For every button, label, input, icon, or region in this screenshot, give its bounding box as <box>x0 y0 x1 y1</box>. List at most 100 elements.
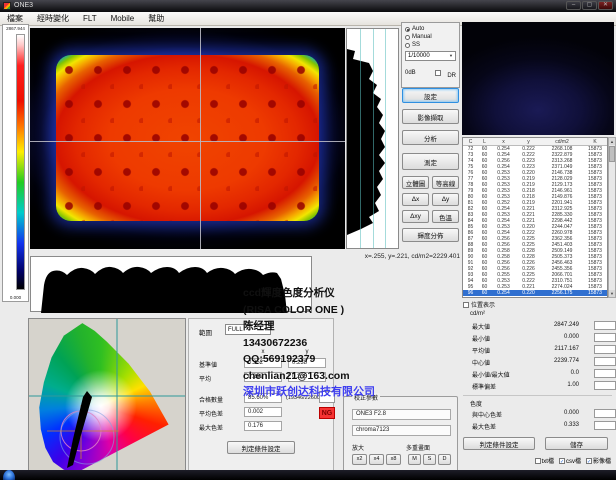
scroll-down-icon[interactable]: ▼ <box>609 290 615 297</box>
maximize-button[interactable]: ▢ <box>582 1 597 10</box>
zoom-x2-button[interactable]: x2 <box>352 454 367 465</box>
measure-button[interactable]: 測定 <box>402 153 459 170</box>
capture-button[interactable]: 影像擷取 <box>402 109 459 124</box>
app-window: ONE3 – ▢ ✕ 檔案經時變化FLTMobile幫助 2867.944 0.… <box>0 0 616 480</box>
zoom-x4-button[interactable]: x4 <box>369 454 384 465</box>
zoom-x8-button[interactable]: x8 <box>386 454 401 465</box>
delta-y-button[interactable]: Δy <box>432 193 459 206</box>
radio-manual-circle[interactable] <box>405 35 410 40</box>
average-label: 平均 <box>199 374 211 383</box>
set-button[interactable]: 設定 <box>402 88 459 103</box>
save-check-影像檔[interactable]: 影像檔 <box>586 456 611 465</box>
vertical-profile-shape <box>347 29 400 250</box>
contour-button[interactable]: 等高線 <box>432 176 459 189</box>
radio-auto[interactable]: Auto <box>405 25 456 33</box>
checkbox[interactable] <box>535 458 541 464</box>
stat-judge-box[interactable] <box>594 381 616 390</box>
scroll-thumb[interactable] <box>609 146 615 162</box>
section-chroma-label: 色度 <box>470 399 482 408</box>
menu-item-3[interactable]: Mobile <box>104 12 142 25</box>
reference-label: 基準値 <box>199 360 217 369</box>
contact-line: chenlian21@163.com <box>243 368 463 385</box>
checkbox[interactable] <box>586 458 592 464</box>
stat-judge-box[interactable] <box>594 345 616 354</box>
cursor-readout: x=.255, y=.221, cd/m2=2229.401 <box>338 253 460 260</box>
luminance-dist-button[interactable]: 輝度分佈 <box>402 228 459 242</box>
camera-settings-group: Auto Manual SS 1/10000 ▼ 0dB DR <box>401 22 460 88</box>
avg-diff-label: 平均色差 <box>199 409 223 418</box>
range-label: 範圍 <box>199 327 212 337</box>
measurement-table: CLxycd/m2K 72600.2540.2222268.1081587373… <box>462 137 608 298</box>
stat-row-lum: 最大値2847.249 <box>472 322 612 332</box>
multi-m-button[interactable]: M <box>408 454 421 465</box>
luminance-image[interactable] <box>30 28 345 249</box>
table-header-cell: cd/m2 <box>541 138 583 145</box>
multi-s-button[interactable]: S <box>423 454 436 465</box>
stat-row-chroma: 與中心色差0.000 <box>472 410 612 420</box>
judge-settings-button[interactable]: 判定條件設定 <box>227 441 295 454</box>
save-button[interactable]: 儲存 <box>545 437 608 450</box>
close-button[interactable]: ✕ <box>598 1 613 10</box>
contact-lines: ccd輝度色度分析仪(RISA COLOR ONE )陈经理1343067223… <box>243 285 463 384</box>
menu-item-1[interactable]: 經時變化 <box>30 12 76 25</box>
calibration-file-field[interactable]: chroma7123 <box>352 425 451 436</box>
stat-judge-box[interactable] <box>594 321 616 330</box>
stat-row-lum: 中心値2239.774 <box>472 358 612 368</box>
start-orb-icon[interactable] <box>3 470 15 480</box>
table-header: CLxycd/m2K <box>463 138 607 146</box>
stat-row-lum: 最小値/最大値0.0 <box>472 370 612 380</box>
position-display-checkbox[interactable] <box>463 302 469 308</box>
color-scale-gradient <box>16 34 25 290</box>
analyze-button[interactable]: 分析 <box>402 130 459 145</box>
stat-judge-box[interactable] <box>594 333 616 342</box>
radio-manual[interactable]: Manual <box>405 33 456 41</box>
minimize-button[interactable]: – <box>566 1 581 10</box>
color-temp-button[interactable]: 色溫 <box>432 210 459 223</box>
app-icon <box>3 2 11 10</box>
calibration-group: 校正參數 ONE3 F2.8 chroma7123 放大 多重畫面 x2 x4 … <box>343 396 458 474</box>
stat-judge-box[interactable] <box>594 421 616 430</box>
contact-line: (RISA COLOR ONE ) <box>243 302 463 319</box>
judge-settings-button-2[interactable]: 判定條件設定 <box>463 437 535 450</box>
save-check-csv檔[interactable]: csv檔 <box>559 456 581 465</box>
company-name: 深圳市跃创达科技有限公司 <box>243 384 463 401</box>
cie-diagram <box>28 318 186 478</box>
cie-overlay <box>29 319 186 478</box>
table-row[interactable]: 96600.2540.2202256.17515873 <box>463 290 607 296</box>
stat-judge-box[interactable] <box>594 357 616 366</box>
table-header-cell: y <box>516 138 541 145</box>
stat-judge-box[interactable] <box>594 409 616 418</box>
menu-item-4[interactable]: 幫助 <box>141 12 171 25</box>
chevron-down-icon: ▼ <box>449 52 453 60</box>
stat-judge-box[interactable] <box>594 369 616 378</box>
radio-ss[interactable]: SS <box>405 41 456 49</box>
title-bar: ONE3 – ▢ ✕ <box>0 0 616 12</box>
contact-line: ccd輝度色度分析仪 <box>243 285 463 302</box>
radio-ss-circle[interactable] <box>405 43 410 48</box>
max-diff-label: 最大色差 <box>199 423 223 432</box>
zoom-label: 放大 <box>352 443 364 452</box>
checkbox[interactable] <box>559 458 565 464</box>
delta-xy-button[interactable]: Δxy <box>402 210 429 223</box>
table-header-cell: L <box>478 138 491 145</box>
save-format-checks: txt檔 csv檔影像檔 <box>461 456 611 465</box>
stat-row-chroma: 最大色差0.333 <box>472 422 612 432</box>
menu-item-2[interactable]: FLT <box>76 12 104 25</box>
color-scale-panel: 2867.944 0.000 <box>2 24 29 302</box>
lens-field[interactable]: ONE3 F2.8 <box>352 409 451 420</box>
multi-screen-label: 多重畫面 <box>406 443 430 452</box>
scroll-up-icon[interactable]: ▲ <box>609 138 615 145</box>
measurement-cluster <box>67 391 92 468</box>
dr-checkbox[interactable] <box>435 70 441 76</box>
view3d-button[interactable]: 立體圖 <box>402 176 429 189</box>
stat-row-lum: 標準偏差1.00 <box>472 382 612 392</box>
save-check-txt檔[interactable]: txt檔 <box>535 456 554 465</box>
delta-x-button[interactable]: Δx <box>402 193 429 206</box>
gain-label: 0dB <box>405 70 416 76</box>
shutter-select[interactable]: 1/10000 ▼ <box>405 51 456 61</box>
multi-d-button[interactable]: D <box>438 454 451 465</box>
table-scrollbar[interactable]: ▲ ▼ <box>608 137 616 298</box>
radio-auto-circle[interactable] <box>405 27 410 32</box>
contact-line: 13430672236 <box>243 335 463 352</box>
contact-line: QQ:569192379 <box>243 351 463 368</box>
